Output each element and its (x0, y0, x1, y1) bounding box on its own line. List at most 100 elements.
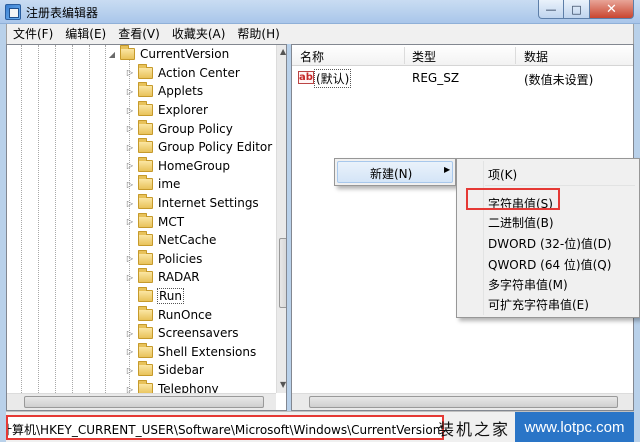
tree-item-label: MCT (158, 214, 185, 229)
folder-icon (138, 156, 153, 172)
tree-item[interactable]: NetCache (125, 231, 217, 250)
maximize-button[interactable]: □ (564, 0, 590, 19)
tree-guide-line (55, 45, 56, 393)
folder-icon (138, 175, 153, 191)
column-separator[interactable] (515, 47, 516, 64)
submenu-item-multi-string-value[interactable]: 多字符串值(M) (488, 276, 568, 293)
expand-arrow-icon[interactable]: ▷ (125, 68, 135, 77)
tree-item[interactable]: ▷ Internet Settings (125, 194, 260, 213)
tree-vertical-scrollbar[interactable]: ▲ ▼ (276, 45, 286, 393)
watermark-logo: 装机之家 (438, 420, 511, 439)
tree-item[interactable]: RunOnce (125, 305, 213, 324)
scroll-down-icon[interactable]: ▼ (280, 380, 286, 389)
collapse-arrow-icon[interactable]: ◢ (107, 50, 117, 59)
string-value-icon: ab (298, 71, 314, 84)
tree-item[interactable]: ▷ Shell Extensions (125, 342, 257, 362)
scroll-up-icon[interactable]: ▲ (280, 47, 286, 56)
menu-favorites[interactable]: 收藏夹(A) (166, 24, 232, 44)
list-row[interactable]: ab (默认) REG_SZ (数值未设置) (292, 68, 633, 88)
expand-arrow-icon[interactable]: ▷ (125, 87, 135, 96)
scrollbar-thumb[interactable] (24, 396, 264, 408)
expand-arrow-icon[interactable]: ▷ (125, 106, 135, 115)
tree-item[interactable]: ▷ Action Center (125, 63, 241, 83)
folder-icon (138, 82, 153, 98)
submenu-item-dword-value[interactable]: DWORD (32-位)值(D) (488, 235, 612, 252)
folder-icon (138, 287, 153, 303)
folder-icon (138, 249, 153, 265)
tree-item-currentversion[interactable]: ◢ CurrentVersion (107, 45, 230, 64)
submenu-item-binary-value[interactable]: 二进制值(B) (488, 214, 554, 231)
minimize-button[interactable]: — (538, 0, 564, 19)
tree-item-label: HomeGroup (158, 158, 230, 173)
expand-arrow-icon[interactable]: ▷ (125, 366, 135, 375)
close-button[interactable]: ✕ (590, 0, 634, 19)
expand-arrow-icon[interactable]: ▷ (125, 143, 135, 152)
expand-arrow-icon[interactable]: ▷ (125, 347, 135, 356)
expand-arrow-icon[interactable]: ▷ (125, 329, 135, 338)
tree-item[interactable]: ▷ HomeGroup (125, 156, 231, 176)
value-type: REG_SZ (412, 71, 460, 85)
status-bar: 计算机\HKEY_CURRENT_USER\Software\Microsoft… (6, 411, 634, 442)
tree-item-label: NetCache (158, 233, 217, 248)
folder-icon (138, 268, 153, 284)
highlight-annotation-box (466, 188, 560, 210)
registry-tree-pane[interactable]: ◢ CurrentVersion ▷ Action Center ▷ Applets ▷… (6, 44, 287, 411)
menu-edit[interactable]: 编辑(E) (59, 24, 112, 44)
tree-item-label: ime (158, 177, 181, 192)
column-header-data[interactable]: 数据 (524, 48, 548, 65)
folder-icon (138, 101, 153, 117)
expand-arrow-icon[interactable]: ▷ (125, 273, 135, 282)
menu-file[interactable]: 文件(F) (7, 24, 59, 44)
expand-arrow-icon[interactable]: ▷ (125, 217, 135, 226)
folder-icon (138, 194, 153, 210)
tree-guide-line (21, 45, 22, 393)
submenu-item-key[interactable]: 项(K) (488, 166, 517, 183)
expand-arrow-icon[interactable]: ▷ (125, 199, 135, 208)
expand-arrow-icon[interactable]: ▷ (125, 124, 135, 133)
submenu-item-qword-value[interactable]: QWORD (64 位)值(Q) (488, 256, 611, 273)
tree-item[interactable]: ▷ Group Policy (125, 119, 234, 138)
list-horizontal-scrollbar[interactable] (292, 393, 633, 410)
expand-arrow-icon[interactable]: ▷ (125, 180, 135, 189)
tree-item[interactable]: ▷ Sidebar (125, 361, 205, 380)
folder-icon (138, 119, 153, 135)
submenu-arrow-icon: ▶ (444, 165, 451, 174)
column-separator[interactable] (404, 47, 405, 64)
scrollbar-thumb[interactable] (309, 396, 618, 408)
tree-item-label: CurrentVersion (140, 47, 230, 62)
registry-path: 计算机\HKEY_CURRENT_USER\Software\Microsoft… (6, 423, 444, 437)
tree-item[interactable]: ▷ Explorer (125, 101, 209, 120)
tree-horizontal-scrollbar[interactable] (7, 393, 276, 410)
watermark-url: www.lotpc.com (515, 412, 634, 442)
tree-guide-line (72, 45, 73, 393)
tree-guide-line (38, 45, 39, 393)
menu-help[interactable]: 帮助(H) (231, 24, 285, 44)
new-submenu: 项(K) 字符串值(S) 二进制值(B) DWORD (32-位)值(D) QW… (456, 158, 640, 318)
column-header-type[interactable]: 类型 (412, 48, 436, 65)
expand-arrow-icon[interactable]: ▷ (125, 161, 135, 170)
tree-item[interactable]: ▷ Policies (125, 249, 203, 269)
tree-item[interactable]: ▷ MCT (125, 212, 185, 231)
tree-item-label: Sidebar (158, 363, 204, 378)
expand-arrow-icon[interactable]: ▷ (125, 254, 135, 263)
tree-item[interactable]: ▷ Group Policy Editor (125, 138, 273, 157)
value-data: (数值未设置) (524, 73, 594, 87)
menu-gutter (483, 161, 484, 315)
value-name: (默认) (314, 69, 352, 88)
tree-item[interactable]: ▷ Screensavers (125, 324, 240, 343)
window-controls: — □ ✕ (538, 0, 634, 19)
folder-icon (138, 324, 153, 340)
tree-guide-line (89, 45, 90, 393)
tree-item[interactable]: ▷ RADAR (125, 268, 201, 287)
context-menu-new[interactable]: 新建(N) ▶ (337, 161, 453, 183)
tree-item[interactable]: ▷ Applets (125, 82, 204, 101)
scrollbar-thumb[interactable] (279, 238, 286, 308)
tree-item[interactable]: ▷ ime (125, 175, 181, 194)
tree-item[interactable]: Run (125, 287, 185, 306)
folder-open-icon (120, 45, 135, 61)
column-header-name[interactable]: 名称 (300, 48, 324, 65)
tree-item-label: Shell Extensions (158, 344, 257, 359)
menu-view[interactable]: 查看(V) (112, 24, 166, 44)
tree-item-label: Run (157, 288, 185, 305)
submenu-item-expandable-string-value[interactable]: 可扩充字符串值(E) (488, 296, 589, 313)
